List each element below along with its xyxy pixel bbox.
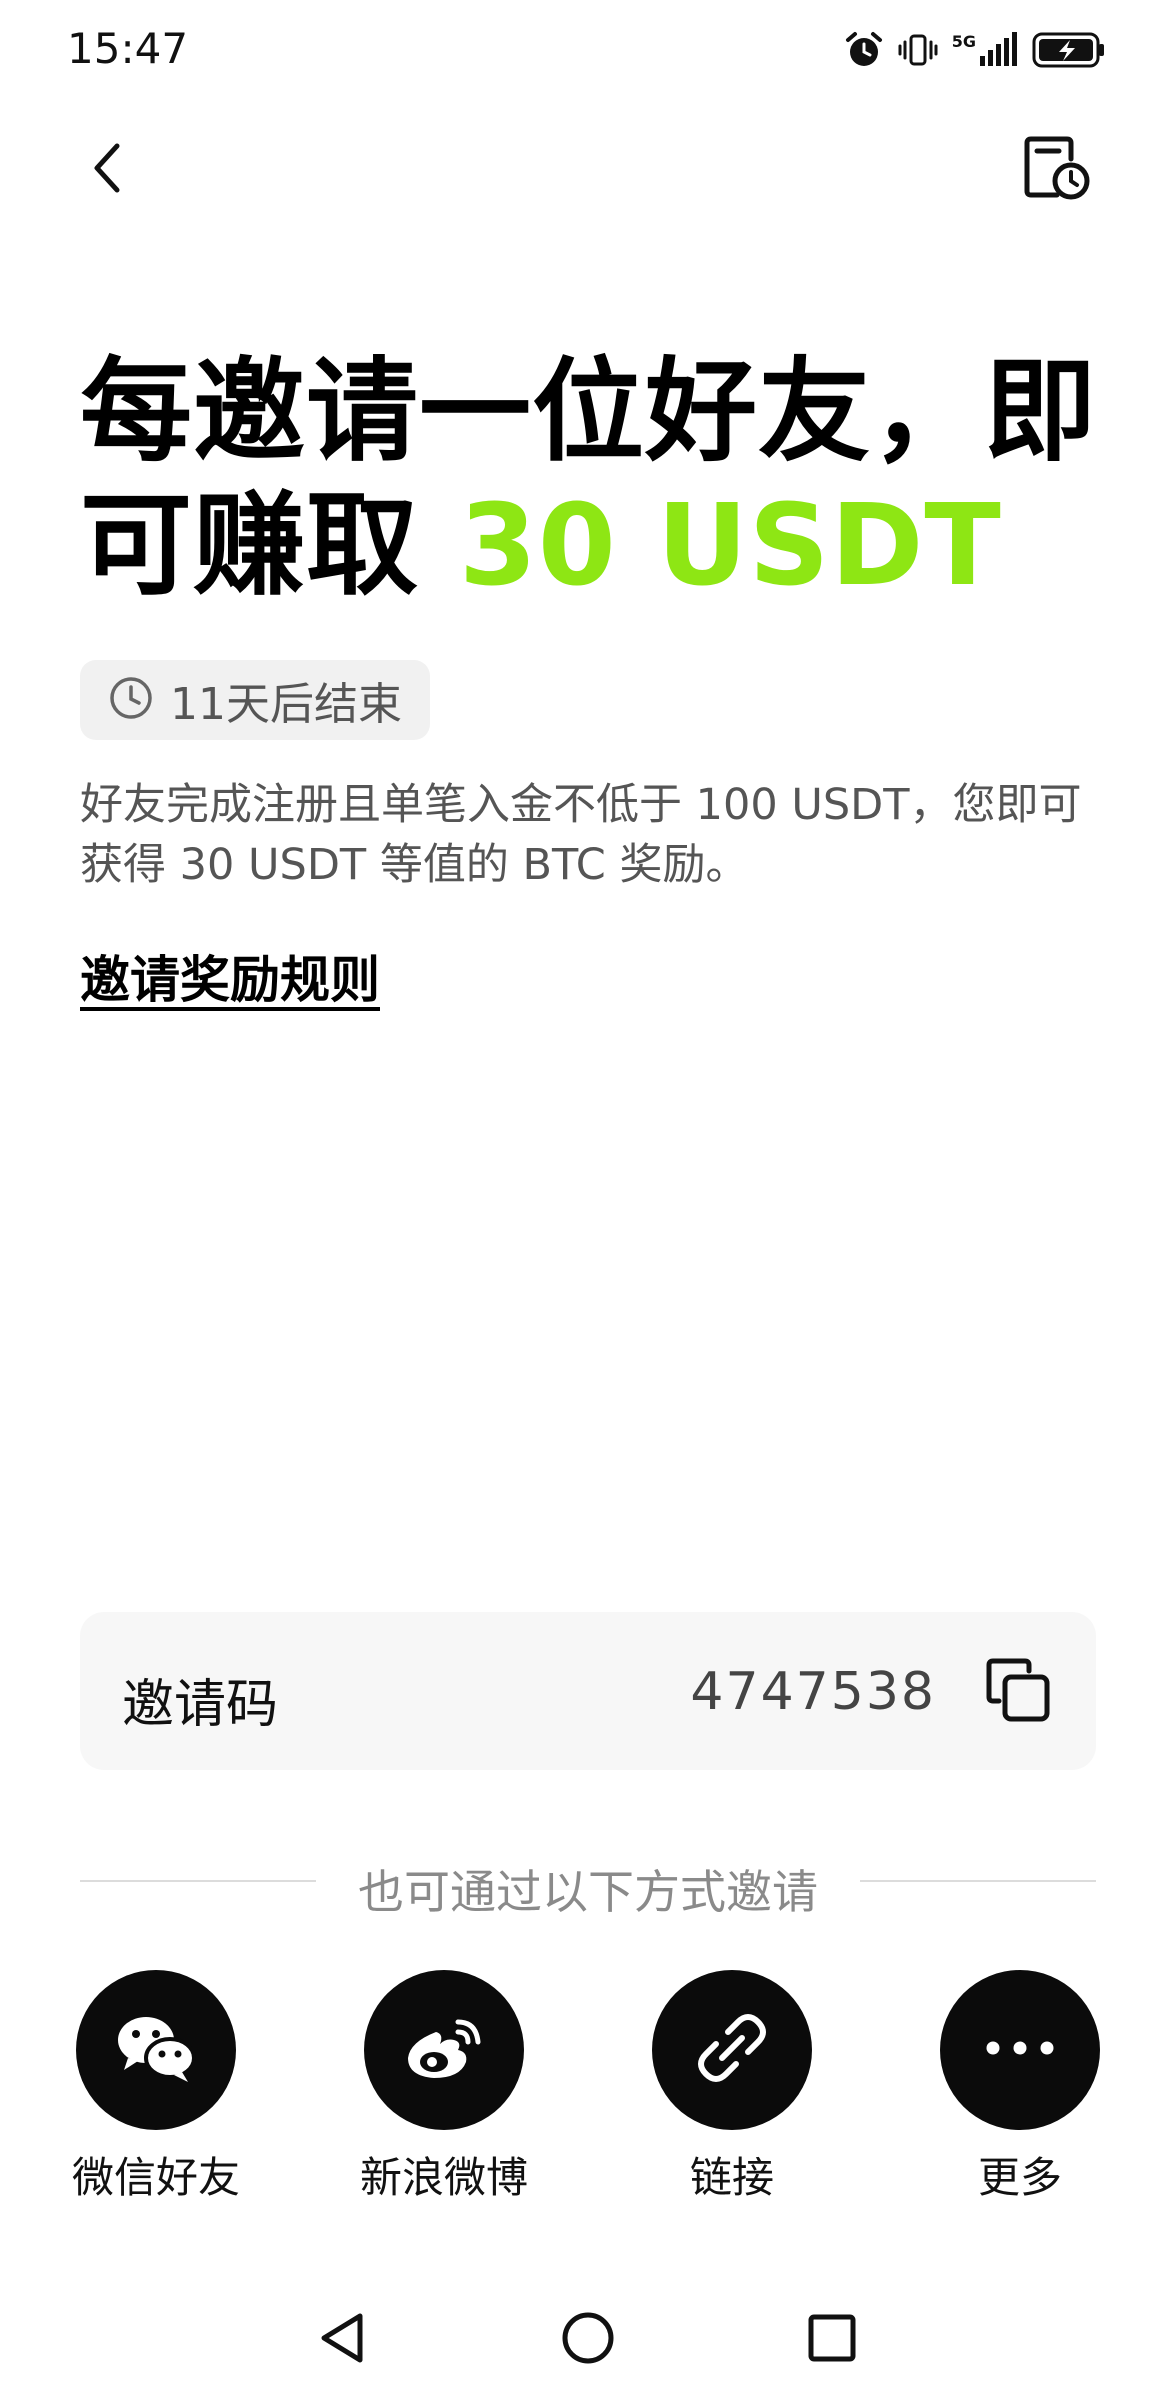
share-weibo-label: 新浪微博: [359, 2153, 528, 2202]
headline-prefix: 可赚取: [80, 481, 459, 611]
share-link-label: 链接: [689, 2153, 774, 2202]
system-back-button[interactable]: [302, 2300, 382, 2380]
status-time: 15:47: [67, 24, 189, 73]
share-more-circle: [940, 1970, 1100, 2130]
document-clock-icon: [1021, 133, 1091, 207]
invite-history-button[interactable]: [1016, 130, 1096, 210]
recents-square-icon: [806, 2312, 858, 2368]
system-recents-button[interactable]: [792, 2300, 872, 2380]
reward-rules-link[interactable]: 邀请奖励规则: [80, 940, 380, 1012]
more-icon: [985, 2040, 1055, 2060]
alt-invite-divider: 也可通过以下方式邀请: [80, 1850, 1096, 1919]
share-wechat-circle: [76, 1970, 236, 2130]
share-link-circle: [652, 1970, 812, 2130]
reward-description: 好友完成注册且单笔入金不低于 100 USDT，您即可获得 30 USDT 等值…: [80, 780, 1082, 890]
share-wechat-label: 微信好友: [71, 2153, 240, 2202]
copy-icon: [983, 1655, 1053, 1729]
share-options: 微信好友 新浪微博 链接 更多: [72, 1970, 1100, 2202]
system-home-button[interactable]: [548, 2300, 628, 2380]
signal-icon: 5G: [952, 32, 1018, 68]
share-more-button[interactable]: 更多: [920, 1970, 1120, 2205]
invite-code-card: 邀请码 4747538: [80, 1612, 1096, 1770]
countdown-badge: 11天后结束: [80, 660, 430, 740]
back-button[interactable]: [72, 130, 142, 210]
alarm-icon: [844, 30, 884, 70]
headline-line-1: 每邀请一位好友，即: [80, 347, 1097, 477]
home-circle-icon: [560, 2310, 616, 2370]
page-title: 每邀请一位好友，即 可赚取 30 USDT: [80, 345, 1110, 613]
invite-code-value: 4747538: [690, 1662, 936, 1722]
weibo-icon: [402, 2012, 486, 2088]
share-wechat-button[interactable]: 微信好友: [56, 1970, 256, 2205]
headline-line-2: 可赚取 30 USDT: [80, 479, 1110, 613]
share-more-label: 更多: [977, 2153, 1062, 2202]
countdown-text: 11天后结束: [170, 679, 402, 730]
status-bar: 15:47 5G: [0, 0, 1176, 100]
system-nav-bar: [0, 2280, 1176, 2400]
link-icon: [694, 2010, 770, 2090]
reward-amount: 30 USDT: [459, 481, 1002, 611]
chevron-left-icon: [87, 138, 127, 202]
vibrate-icon: [898, 30, 938, 70]
status-icons: 5G: [844, 28, 1106, 72]
share-weibo-circle: [364, 1970, 524, 2130]
share-weibo-button[interactable]: 新浪微博: [344, 1970, 544, 2205]
battery-charging-icon: [1032, 31, 1106, 69]
clock-icon: [108, 675, 154, 725]
back-triangle-icon: [316, 2310, 368, 2370]
share-link-button[interactable]: 链接: [632, 1970, 832, 2205]
divider-line-right: [860, 1880, 1096, 1882]
invite-page: 15:47 5G 每邀请一位好友，即 可赚取 30 USDT 11天后结束 好友…: [0, 0, 1176, 2400]
invite-code-label: 邀请码: [122, 1675, 279, 1735]
copy-code-button[interactable]: [980, 1654, 1056, 1730]
wechat-icon: [114, 2012, 198, 2088]
alt-invite-text: 也可通过以下方式邀请: [358, 1865, 818, 1919]
network-type: 5G: [951, 32, 976, 51]
